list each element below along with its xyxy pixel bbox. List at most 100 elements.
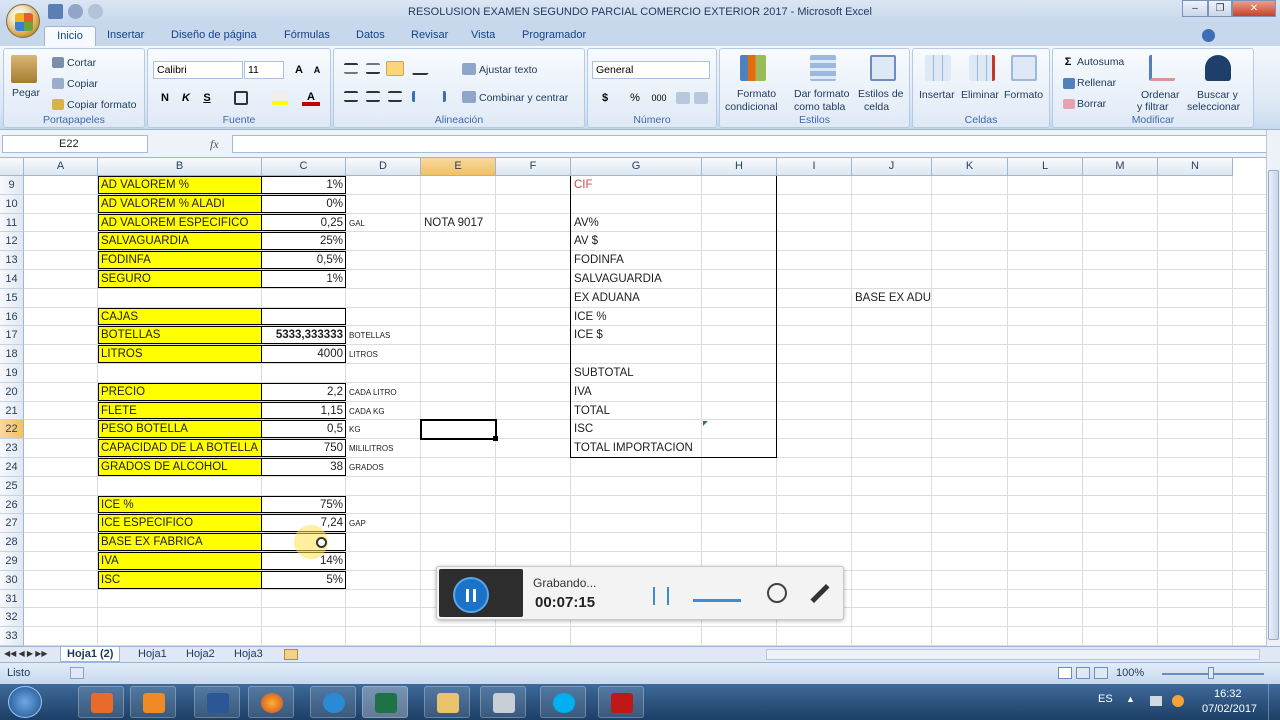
sheet-tab[interactable]: Hoja3	[228, 647, 269, 662]
italic-button[interactable]: K	[177, 89, 195, 107]
cell-e11[interactable]: NOTA 9017	[421, 214, 486, 233]
cell-b21[interactable]: FLETE	[98, 402, 140, 421]
tab-inicio[interactable]: Inicio	[44, 26, 96, 47]
taskbar-excel[interactable]	[362, 686, 408, 718]
increase-decimal-icon[interactable]	[676, 92, 690, 104]
font-size-select[interactable]: 11	[244, 61, 284, 79]
selected-cell-e22[interactable]	[420, 419, 497, 441]
taskbar-skype[interactable]	[540, 686, 586, 718]
column-header-h[interactable]: H	[702, 158, 777, 176]
copy-button[interactable]: Copiar	[67, 78, 98, 90]
cell-c18[interactable]: 4000	[262, 345, 346, 364]
cell-d18[interactable]: LITROS	[346, 345, 381, 364]
format-table-button[interactable]: Dar formato	[794, 88, 849, 100]
row-header-15[interactable]: 15	[0, 288, 24, 308]
macro-record-icon[interactable]	[70, 667, 84, 679]
row-header-16[interactable]: 16	[0, 307, 24, 327]
sheet-nav-icon[interactable]: ◀◀ ◀ ▶ ▶▶	[4, 649, 56, 660]
cell-g11[interactable]: AV%	[571, 214, 602, 233]
cell-b12[interactable]: SALVAGUARDIA	[98, 232, 192, 251]
row-header-20[interactable]: 20	[0, 382, 24, 402]
select-all-corner[interactable]	[0, 158, 24, 176]
save-icon[interactable]	[48, 4, 63, 19]
fill-color-icon[interactable]	[272, 91, 288, 105]
align-bottom-icon[interactable]	[386, 61, 404, 76]
cell-d20[interactable]: CADA LITRO	[346, 383, 400, 402]
name-box[interactable]: E22	[2, 135, 148, 153]
conditional-format-button-2[interactable]: condicional	[725, 101, 778, 113]
row-header-21[interactable]: 21	[0, 401, 24, 421]
cell-d22[interactable]: KG	[346, 420, 364, 439]
column-header-k[interactable]: K	[932, 158, 1008, 176]
cell-b13[interactable]: FODINFA	[98, 251, 154, 270]
align-center-icon[interactable]	[366, 91, 380, 102]
cell-b11[interactable]: AD VALOREM ESPECIFICO	[98, 214, 251, 233]
taskbar-ie[interactable]	[310, 686, 356, 718]
cell-g16[interactable]: ICE %	[571, 308, 610, 327]
row-header-31[interactable]: 31	[0, 589, 24, 609]
taskbar-word[interactable]	[194, 686, 240, 718]
taskbar-office-app[interactable]	[78, 686, 124, 718]
tab-vista[interactable]: Vista	[471, 29, 495, 41]
paste-button[interactable]: Pegar	[12, 87, 40, 99]
paste-icon[interactable]	[11, 55, 37, 83]
row-header-12[interactable]: 12	[0, 232, 24, 252]
cell-c24[interactable]: 38	[262, 458, 346, 477]
autosum-button[interactable]: Autosuma	[1077, 56, 1124, 68]
row-header-30[interactable]: 30	[0, 570, 24, 590]
align-top-icon[interactable]	[344, 63, 358, 74]
tab-insertar[interactable]: Insertar	[107, 29, 144, 41]
taskbar-explorer[interactable]	[424, 686, 470, 718]
cut-button[interactable]: Cortar	[67, 57, 96, 69]
clear-button[interactable]: Borrar	[1077, 98, 1106, 110]
borders-icon[interactable]	[234, 91, 248, 105]
taskbar-calculator[interactable]	[480, 686, 526, 718]
currency-button[interactable]: $	[596, 89, 614, 107]
column-header-d[interactable]: D	[346, 158, 421, 176]
cell-b26[interactable]: ICE %	[98, 496, 137, 515]
sheet-tab[interactable]: Hoja1	[132, 647, 173, 662]
cell-g14[interactable]: SALVAGUARDIA	[571, 270, 665, 289]
cell-g17[interactable]: ICE $	[571, 326, 606, 345]
cell-c26[interactable]: 75%	[262, 496, 346, 515]
cell-d11[interactable]: GAL	[346, 214, 368, 233]
column-header-m[interactable]: M	[1083, 158, 1158, 176]
row-header-27[interactable]: 27	[0, 514, 24, 534]
formula-input[interactable]	[232, 135, 1268, 153]
office-button[interactable]	[6, 4, 40, 38]
column-header-l[interactable]: L	[1008, 158, 1083, 176]
row-header-25[interactable]: 25	[0, 476, 24, 496]
number-format-select[interactable]: General	[592, 61, 710, 79]
row-header-13[interactable]: 13	[0, 251, 24, 270]
tab-diseno[interactable]: Diseño de página	[171, 29, 257, 41]
help-icon[interactable]	[1202, 29, 1215, 42]
new-sheet-icon[interactable]	[284, 649, 298, 660]
fx-icon[interactable]: fx	[210, 137, 219, 152]
page-break-icon[interactable]	[1094, 667, 1108, 679]
scroll-thumb[interactable]	[1268, 170, 1279, 640]
page-layout-icon[interactable]	[1076, 667, 1090, 679]
tab-datos[interactable]: Datos	[356, 29, 385, 41]
font-color-icon[interactable]: A	[302, 88, 320, 106]
row-header-14[interactable]: 14	[0, 270, 24, 289]
cell-c12[interactable]: 25%	[262, 232, 346, 251]
language-indicator[interactable]: ES	[1098, 693, 1113, 705]
taskbar-mcafee[interactable]	[598, 686, 644, 718]
cell-c30[interactable]: 5%	[262, 571, 346, 590]
cell-b20[interactable]: PRECIO	[98, 383, 148, 402]
cell-d23[interactable]: MILILITROS	[346, 439, 396, 458]
cell-d17[interactable]: BOTELLAS	[346, 326, 393, 345]
redo-icon[interactable]	[88, 4, 103, 19]
row-header-22[interactable]: 22	[0, 420, 24, 440]
align-left-icon[interactable]	[344, 91, 358, 102]
cell-g12[interactable]: AV $	[571, 232, 601, 251]
find-select-button-2[interactable]: seleccionar	[1187, 101, 1240, 113]
cell-g20[interactable]: IVA	[571, 383, 595, 402]
column-header-i[interactable]: I	[777, 158, 852, 176]
row-header-24[interactable]: 24	[0, 458, 24, 477]
taskbar-media-player[interactable]	[130, 686, 176, 718]
delete-cells-button[interactable]: Eliminar	[961, 89, 999, 101]
row-header-29[interactable]: 29	[0, 552, 24, 571]
column-header-f[interactable]: F	[496, 158, 571, 176]
cell-b24[interactable]: GRADOS DE ALCOHOL	[98, 458, 231, 477]
